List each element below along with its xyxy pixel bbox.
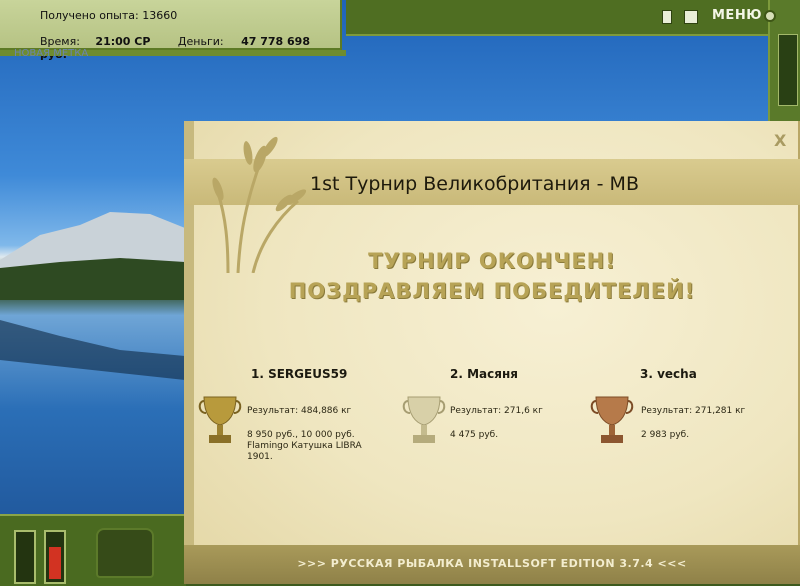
bronze-trophy-icon	[590, 396, 634, 443]
dialog-title: 1st Турнир Великобритания - МВ	[310, 173, 639, 195]
tournament-over-heading: ТУРНИР ОКОНЧЕН!	[368, 249, 616, 273]
winner-2-result: Результат: 271,6 кг	[450, 406, 543, 416]
winner-3-prize-line-1: 2 983 руб.	[641, 430, 690, 440]
menu-button[interactable]: МЕНЮ	[712, 8, 762, 23]
winner-1-prize-line-2: Flamingo Катушка LIBRA	[247, 441, 362, 451]
close-button[interactable]: X	[774, 131, 786, 150]
pause-icon[interactable]	[662, 10, 672, 24]
watermark-label: НОВАЯ МЕТКА	[14, 48, 89, 59]
tournament-results-dialog: X 1st Турнир Великобритания - МВ ТУРНИР …	[184, 121, 800, 584]
experience-label: Получено опыта:	[40, 9, 139, 22]
experience-row: Получено опыта: 13660	[40, 9, 177, 22]
time-value: 21:00 СР	[95, 35, 151, 48]
silver-trophy-icon	[402, 396, 446, 443]
gear-icon[interactable]	[764, 10, 776, 22]
money-label: Деньги:	[177, 35, 224, 48]
tackle-bag-icon[interactable]	[96, 528, 154, 578]
winner-1-prize-line-1: 8 950 руб., 10 000 руб.	[247, 430, 355, 440]
winner-1-prize-line-3: 1901.	[247, 452, 273, 462]
water-reflection	[0, 320, 185, 380]
winner-1-result: Результат: 484,886 кг	[247, 406, 352, 416]
stamina-gauge	[14, 530, 36, 584]
winner-1-name: 1. SERGEUS59	[251, 367, 348, 381]
stats-panel: Получено опыта: 13660 Время: 21:00 СР Де…	[0, 0, 342, 61]
game-edition-footer: >>> РУССКАЯ РЫБАЛКА INSTALLSOFT EDITION …	[297, 557, 687, 570]
winner-3-result: Результат: 271,281 кг	[641, 406, 746, 416]
gauge-fill	[49, 547, 61, 579]
line-tension-gauge	[44, 530, 66, 584]
winner-2-name: 2. Масяня	[450, 367, 518, 381]
time-label: Время:	[40, 35, 80, 48]
experience-value: 13660	[142, 9, 178, 22]
winner-2-prize-line-1: 4 475 руб.	[450, 430, 499, 440]
congratulations-heading: ПОЗДРАВЛЯЕМ ПОБЕДИТЕЛЕЙ!	[288, 279, 696, 303]
gold-trophy-icon	[198, 396, 242, 443]
settings-icon[interactable]	[684, 10, 698, 24]
winner-3-name: 3. vecha	[640, 367, 697, 381]
side-scroll-panel[interactable]	[778, 34, 798, 106]
